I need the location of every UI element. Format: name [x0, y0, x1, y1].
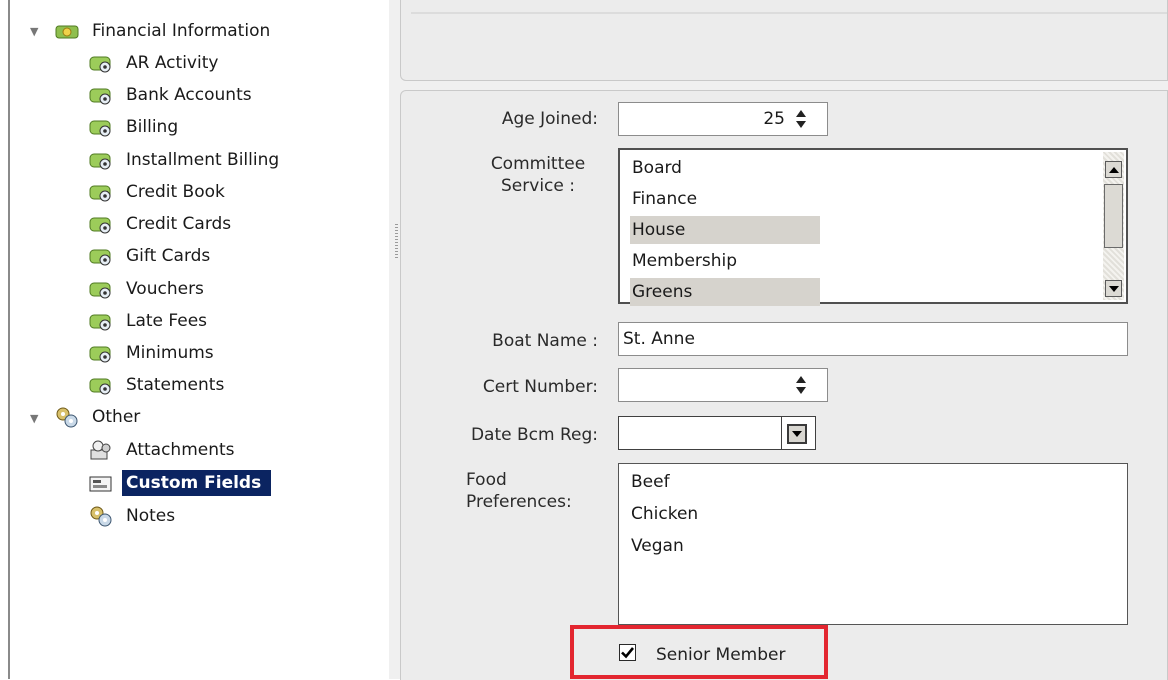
tree-item-gift-cards[interactable]: Gift Cards: [88, 241, 214, 271]
tree-item-bank-accounts[interactable]: Bank Accounts: [88, 80, 256, 110]
tree-item-billing[interactable]: Billing: [88, 112, 182, 142]
spin-up-icon[interactable]: [796, 376, 806, 383]
spin-down-icon[interactable]: [796, 387, 806, 394]
age-joined-label: Age Joined:: [501, 109, 598, 129]
boat-name-label: Boat Name :: [492, 331, 598, 351]
list-item[interactable]: Chicken: [629, 500, 819, 528]
gears-icon: [56, 407, 78, 428]
collapse-arrow-icon[interactable]: ▼: [30, 26, 42, 38]
committee-scrollbar[interactable]: [1103, 152, 1124, 300]
money-icon: [89, 217, 111, 234]
custom-fields-icon: [89, 476, 112, 492]
money-icon: [55, 25, 79, 39]
list-item[interactable]: House: [630, 216, 820, 244]
attachment-icon: [90, 440, 111, 460]
committee-service-label: Committee Service :: [490, 154, 586, 196]
tree-item-custom-fields[interactable]: Custom Fields: [88, 468, 272, 498]
tree-item-credit-cards[interactable]: Credit Cards: [88, 209, 235, 239]
scroll-up-icon[interactable]: [1105, 161, 1122, 178]
senior-member-checkbox[interactable]: [619, 644, 636, 661]
tree-item-notes[interactable]: Notes: [88, 501, 179, 531]
tree-item-installment-billing[interactable]: Installment Billing: [88, 145, 283, 175]
senior-member-label: Senior Member: [656, 645, 786, 665]
checkmark-icon: [621, 647, 635, 659]
cert-number-field[interactable]: [618, 368, 828, 402]
tree-item-label: Credit Book: [126, 182, 225, 202]
list-item[interactable]: Membership: [630, 247, 820, 275]
navigation-tree: ▼ Financial Information AR Activity Bank…: [8, 0, 391, 679]
money-icon: [89, 314, 111, 331]
boat-name-input[interactable]: St. Anne: [618, 322, 1128, 356]
spin-up-icon[interactable]: [796, 110, 806, 117]
tree-item-vouchers[interactable]: Vouchers: [88, 274, 208, 304]
money-icon: [89, 88, 111, 105]
tree-item-attachments[interactable]: Attachments: [88, 435, 239, 465]
tree-item-label: Vouchers: [126, 279, 204, 299]
tree-item-label: AR Activity: [126, 53, 219, 73]
collapse-arrow-icon[interactable]: ▼: [30, 413, 42, 425]
money-icon: [89, 185, 111, 202]
tree-group-financial-information[interactable]: Financial Information: [54, 16, 274, 46]
scroll-down-icon[interactable]: [1105, 280, 1122, 297]
money-icon: [89, 153, 111, 170]
tree-item-label: Credit Cards: [126, 214, 232, 234]
date-bcm-reg-input[interactable]: [618, 416, 782, 450]
tree-item-label: Installment Billing: [126, 150, 280, 170]
cert-number-spinner[interactable]: [791, 376, 811, 394]
money-icon: [89, 56, 111, 73]
tree-item-label: Custom Fields: [122, 470, 272, 496]
date-bcm-reg-label: Date Bcm Reg:: [470, 425, 598, 445]
tree-item-label: Bank Accounts: [126, 85, 252, 105]
age-joined-value: 25: [763, 109, 785, 129]
food-preferences-label: Food Preferences:: [466, 470, 572, 512]
splitter-grip-icon[interactable]: [395, 224, 398, 258]
money-icon: [89, 346, 111, 363]
list-item[interactable]: Board: [630, 154, 820, 182]
boat-name-value: St. Anne: [623, 329, 695, 349]
committee-service-listbox[interactable]: Board Finance House Membership Greens: [618, 148, 1128, 306]
list-item[interactable]: Beef: [629, 468, 819, 496]
age-joined-spinner[interactable]: [791, 110, 811, 128]
header-panel: [400, 0, 1168, 81]
tree-item-label: Statements: [126, 375, 225, 395]
dropdown-arrow-icon[interactable]: [787, 424, 807, 444]
tree-item-label: Late Fees: [126, 311, 208, 331]
cert-number-label: Cert Number:: [482, 377, 598, 397]
gears-icon: [90, 506, 112, 527]
tree-item-credit-book[interactable]: Credit Book: [88, 177, 229, 207]
age-joined-field[interactable]: 25: [618, 102, 828, 136]
tree-item-statements[interactable]: Statements: [88, 370, 228, 400]
tree-item-label: Billing: [126, 117, 179, 137]
tree-group-other[interactable]: Other: [54, 402, 144, 432]
tree-item-minimums[interactable]: Minimums: [88, 338, 218, 368]
money-icon: [89, 249, 111, 266]
money-icon: [89, 120, 111, 137]
list-item[interactable]: Finance: [630, 185, 820, 213]
spin-down-icon[interactable]: [796, 121, 806, 128]
money-icon: [89, 282, 111, 299]
tree-item-label: Minimums: [126, 343, 214, 363]
tree-item-ar-activity[interactable]: AR Activity: [88, 48, 222, 78]
tree-group-label: Other: [92, 407, 141, 427]
tree-item-label: Notes: [126, 506, 176, 526]
tree-item-label: Attachments: [126, 440, 235, 460]
tree-group-label: Financial Information: [92, 21, 271, 41]
list-item[interactable]: Vegan: [629, 532, 819, 560]
tree-item-late-fees[interactable]: Late Fees: [88, 306, 211, 336]
money-icon: [89, 378, 111, 395]
date-dropdown-area[interactable]: [782, 416, 816, 450]
food-preferences-listbox[interactable]: Beef Chicken Vegan: [618, 463, 1128, 625]
tree-item-label: Gift Cards: [126, 246, 211, 266]
scrollbar-thumb[interactable]: [1104, 184, 1123, 248]
list-item[interactable]: Greens: [630, 278, 820, 306]
